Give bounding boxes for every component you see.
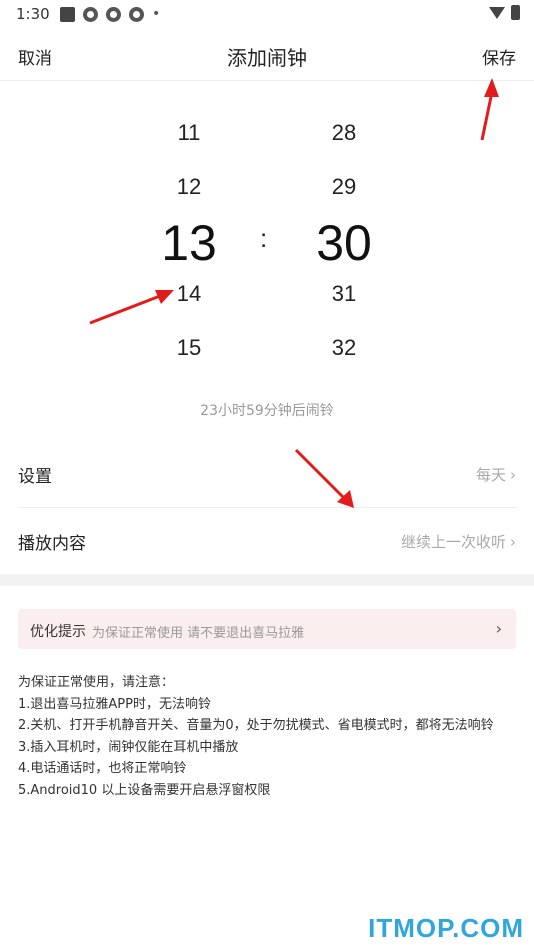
settings-row[interactable]: 设置 每天 › (18, 441, 516, 508)
hour-option[interactable]: 14 (129, 281, 249, 307)
minute-option[interactable]: 29 (284, 174, 404, 200)
note-item: 4.电话通话时，也将正常响铃 (18, 761, 187, 776)
chevron-right-icon: › (495, 619, 502, 638)
tip-text: 为保证正常使用 请不要退出喜马拉雅 (92, 626, 305, 641)
time-picker: 11 12 13 14 15 : 28 29 30 31 32 (0, 110, 534, 380)
page-title: 添加闹钟 (227, 46, 307, 70)
notification-square-icon (60, 6, 75, 22)
notes-heading: 为保证正常使用，请注意： (18, 675, 175, 690)
wifi-icon (489, 6, 505, 19)
minute-option[interactable]: 32 (284, 335, 404, 361)
optimization-tip-banner[interactable]: 优化提示 为保证正常使用 请不要退出喜马拉雅 › (18, 609, 516, 649)
settings-value: 每天 (475, 466, 506, 484)
minute-option[interactable]: 31 (284, 281, 404, 307)
note-item: 1.退出喜马拉雅APP时，无法响铃 (18, 696, 211, 712)
hour-option[interactable]: 11 (129, 120, 249, 146)
settings-value-wrap: 每天 › (476, 464, 516, 485)
play-content-value: 继续上一次收听 (400, 533, 506, 551)
hour-option[interactable]: 12 (129, 174, 249, 200)
hour-option[interactable]: 15 (129, 335, 249, 361)
chevron-right-icon: › (510, 466, 516, 484)
notification-icons: • (60, 6, 160, 22)
tip-title: 优化提示 (30, 624, 86, 640)
notification-app-icon (106, 6, 121, 22)
play-content-value-wrap: 继续上一次收听 › (401, 531, 516, 552)
section-divider (0, 574, 534, 586)
save-button[interactable]: 保存 (482, 44, 516, 69)
status-bar: 1:30 • (0, 0, 534, 28)
watermark-logo: ITMOP.COM (368, 913, 524, 943)
usage-notes: 为保证正常使用，请注意： 1.退出喜马拉雅APP时，无法响铃 2.关机、打开手机… (18, 672, 518, 801)
selected-minute[interactable]: 30 (284, 214, 404, 272)
more-notifications-dot-icon: • (152, 6, 161, 22)
countdown-text: 23小时59分钟后闹铃 (200, 403, 334, 419)
play-content-row[interactable]: 播放内容 继续上一次收听 › (18, 508, 516, 574)
battery-icon (511, 5, 520, 20)
note-item: 3.插入耳机时，闹钟仅能在耳机中播放 (18, 739, 239, 755)
note-item: 2.关机、打开手机静音开关、音量为0，处于勿扰模式、省电模式时，都将无法响铃 (18, 718, 494, 733)
nav-bar: 取消 添加闹钟 保存 (0, 28, 534, 81)
chevron-right-icon: › (510, 533, 516, 551)
status-time: 1:30 (16, 5, 50, 23)
time-separator: : (260, 223, 268, 253)
play-content-label: 播放内容 (18, 534, 86, 554)
notification-app-icon (83, 6, 98, 22)
note-item: 5.Android10 以上设备需要开启悬浮窗权限 (18, 782, 271, 798)
notification-app-icon (129, 6, 144, 22)
selected-hour[interactable]: 13 (129, 214, 249, 272)
settings-label: 设置 (18, 467, 52, 487)
minute-option[interactable]: 28 (284, 120, 404, 146)
